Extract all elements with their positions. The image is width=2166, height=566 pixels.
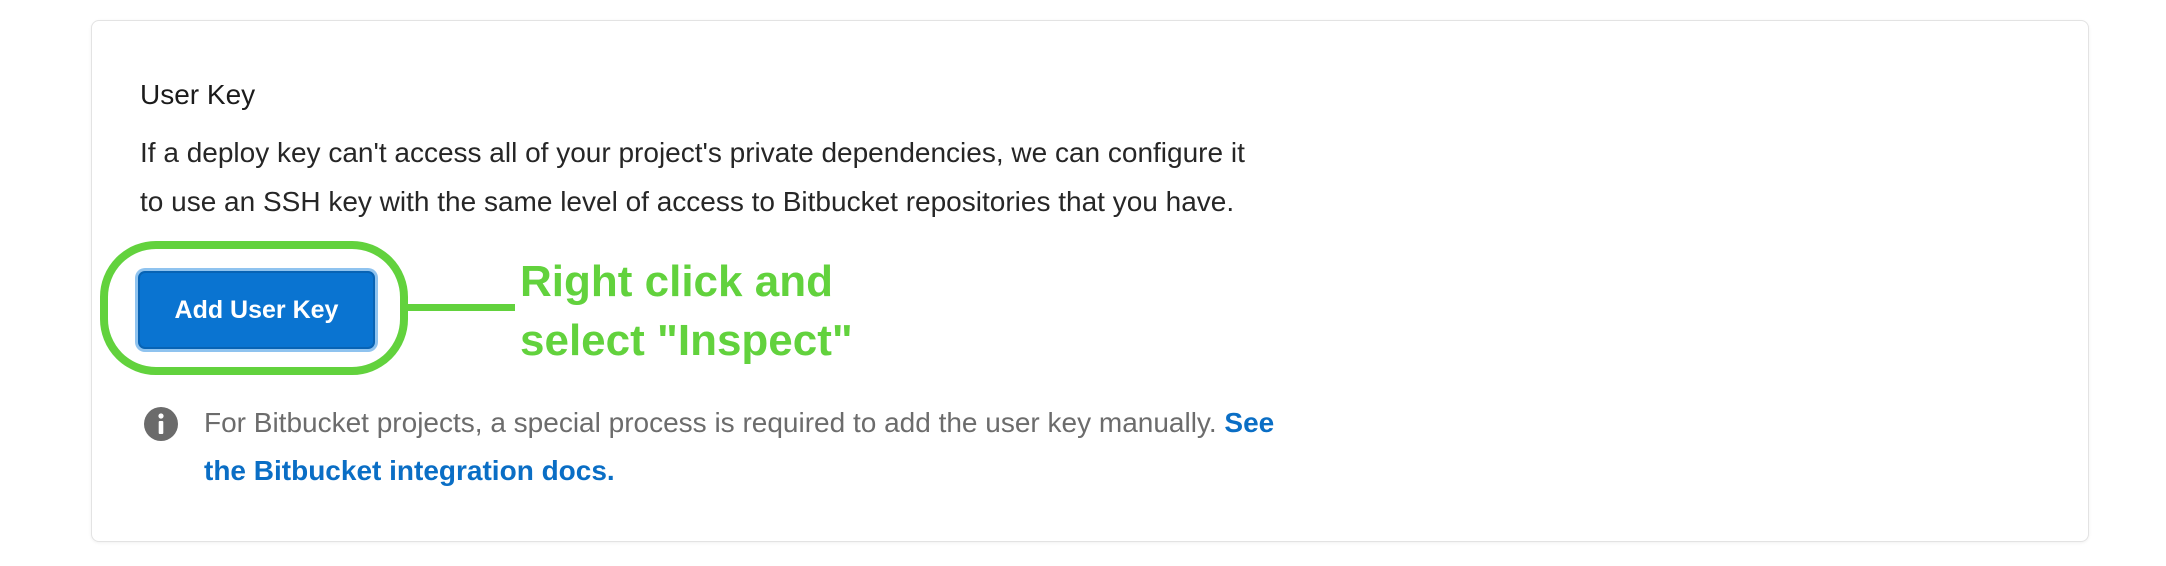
description-line-1: If a deploy key can't access all of your… [140, 137, 1245, 168]
annotation-line-2: select "Inspect" [520, 316, 853, 365]
info-circle-icon [144, 407, 178, 441]
page: User Key If a deploy key can't access al… [0, 0, 2166, 566]
info-note-line-1: For Bitbucket projects, a special proces… [204, 399, 1464, 447]
annotation-callout: Right click and select "Inspect" [520, 252, 853, 370]
info-note: For Bitbucket projects, a special proces… [204, 399, 1464, 495]
info-note-line-2: the Bitbucket integration docs. [204, 447, 1464, 495]
annotation-connector [408, 304, 515, 311]
section-description: If a deploy key can't access all of your… [140, 128, 1440, 226]
info-note-text: For Bitbucket projects, a special proces… [204, 407, 1217, 438]
description-line-2: to use an SSH key with the same level of… [140, 186, 1235, 217]
integration-docs-link-part-1[interactable]: See [1224, 407, 1274, 438]
annotation-line-1: Right click and [520, 257, 833, 306]
section-title: User Key [140, 79, 256, 110]
add-user-key-button[interactable]: Add User Key [138, 271, 375, 349]
integration-docs-link-part-2[interactable]: the Bitbucket integration docs. [204, 455, 615, 486]
